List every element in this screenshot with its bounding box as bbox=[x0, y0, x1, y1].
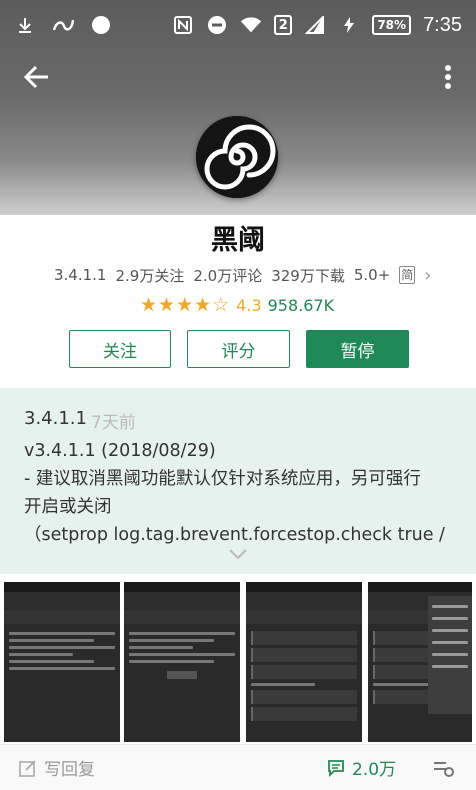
version-text: 3.4.1.1 bbox=[54, 266, 107, 284]
edit-icon bbox=[19, 759, 36, 777]
update-line: - 建议取消黑阈功能默认仅针对系统应用，另可强行 bbox=[24, 469, 421, 489]
age-rating-text: 5.0+ bbox=[353, 266, 391, 284]
app-logo bbox=[196, 116, 278, 198]
language-badge: 简 bbox=[399, 266, 416, 284]
update-line: v3.4.1.1 (2018/08/29) bbox=[24, 441, 216, 461]
cast-icon bbox=[52, 14, 74, 36]
status-bar: 2 78% 7:35 bbox=[0, 0, 476, 50]
comments-button[interactable]: 2.0万 bbox=[326, 755, 396, 780]
share-icon[interactable] bbox=[430, 755, 458, 779]
update-version: 3.4.1.1 bbox=[24, 408, 87, 429]
nfc-icon bbox=[172, 14, 194, 36]
update-line: 开启或关闭 bbox=[24, 497, 112, 517]
screenshot-thumbnail[interactable] bbox=[124, 582, 240, 742]
app-stats-row[interactable]: 3.4.1.1 2.9万关注 2.0万评论 329万下载 5.0+ 简 › bbox=[54, 263, 441, 287]
chevron-right-icon: › bbox=[424, 264, 432, 286]
downloads-text: 329万下载 bbox=[271, 266, 345, 285]
rating-score: 4.3 bbox=[236, 295, 262, 315]
expand-chevron-down-icon[interactable] bbox=[227, 546, 249, 560]
screenshot-carousel[interactable] bbox=[0, 582, 476, 742]
top-navigation bbox=[0, 52, 476, 102]
update-notes-text: v3.4.1.1 (2018/08/29) - 建议取消黑阈功能默认仅针对系统应… bbox=[24, 437, 464, 549]
screenshot-thumbnail[interactable] bbox=[4, 582, 120, 742]
reviews-text: 2.0万评论 bbox=[193, 266, 263, 285]
battery-indicator: 78% bbox=[372, 15, 412, 35]
rate-button[interactable]: 评分 bbox=[187, 330, 290, 368]
back-arrow-icon[interactable] bbox=[22, 64, 52, 90]
update-line: （setprop log.tag.brevent.forcestop.check… bbox=[24, 525, 445, 545]
write-reply-label: 写回复 bbox=[44, 760, 95, 780]
followers-text: 2.9万关注 bbox=[115, 266, 185, 285]
signal-icon bbox=[304, 14, 326, 36]
do-not-disturb-icon bbox=[206, 14, 228, 36]
screenshot-thumbnail[interactable] bbox=[368, 582, 472, 742]
more-options-icon[interactable] bbox=[444, 64, 454, 90]
update-date: 7天前 bbox=[91, 413, 136, 433]
rating-count: 958.67K bbox=[267, 295, 335, 315]
app-title: 黑阈 bbox=[211, 225, 265, 256]
comment-count: 2.0万 bbox=[352, 760, 397, 780]
rating-row: ★★★★☆ 4.3 958.67K bbox=[140, 292, 334, 318]
screenshot-thumbnail[interactable] bbox=[246, 582, 362, 742]
pause-download-button[interactable]: 暂停 bbox=[306, 330, 409, 368]
clock: 7:35 bbox=[423, 13, 462, 36]
write-reply-button[interactable]: 写回复 bbox=[18, 755, 95, 780]
download-icon bbox=[14, 14, 36, 36]
wifi-icon bbox=[240, 14, 262, 36]
follow-button[interactable]: 关注 bbox=[69, 330, 171, 368]
bottom-action-bar: 写回复 2.0万 bbox=[0, 744, 476, 790]
star-rating-icon: ★★★★☆ bbox=[140, 294, 231, 316]
circle-notification-icon bbox=[90, 14, 112, 36]
charging-icon bbox=[338, 14, 360, 36]
sim-badge: 2 bbox=[274, 15, 293, 35]
comment-icon bbox=[328, 759, 344, 777]
